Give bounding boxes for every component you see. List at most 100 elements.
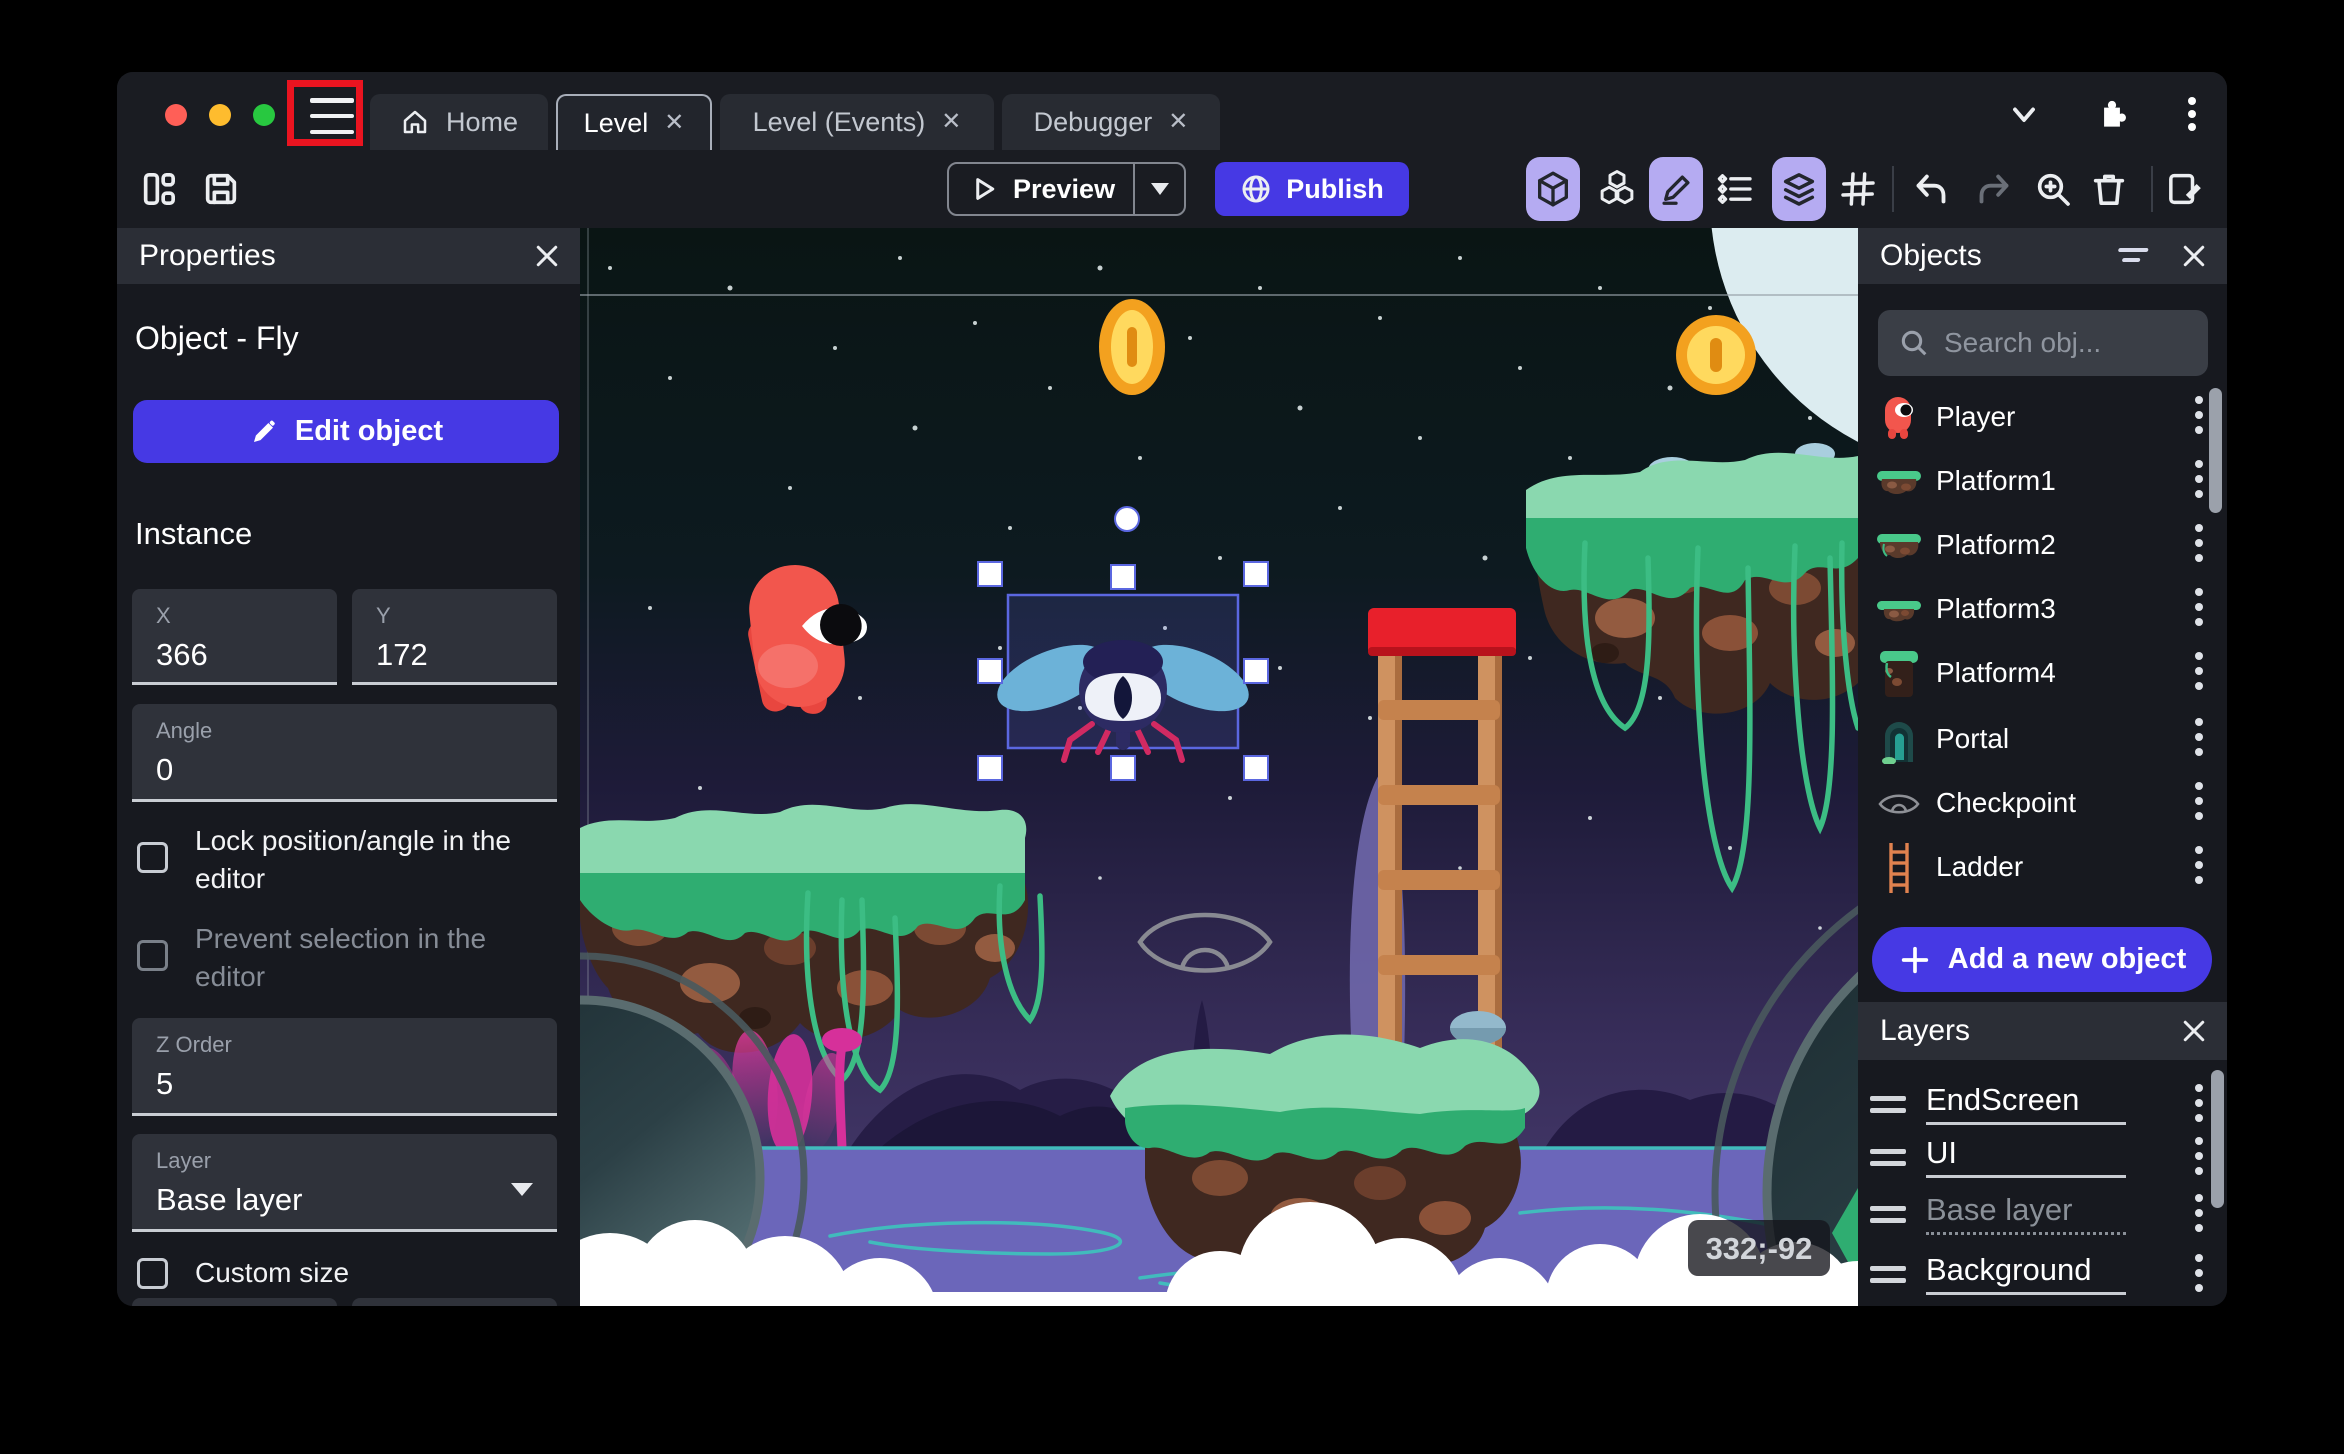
layer-label: Layer xyxy=(156,1148,212,1173)
object-item-platform3[interactable]: Platform3 xyxy=(1858,579,2227,641)
drag-handle-icon[interactable] xyxy=(1870,1096,1906,1120)
close-tab-icon[interactable]: ✕ xyxy=(664,111,684,135)
edit-scene-pencil-icon[interactable] xyxy=(1654,167,1698,211)
layers-scrollbar[interactable] xyxy=(2211,1070,2224,1208)
object-menu-icon[interactable] xyxy=(2193,460,2205,504)
close-window-button[interactable] xyxy=(165,104,187,126)
angle-input[interactable]: Angle 0 xyxy=(132,704,557,802)
lock-position-checkbox[interactable] xyxy=(137,842,168,873)
object-label: Platform1 xyxy=(1936,465,2056,496)
object-menu-icon[interactable] xyxy=(2193,652,2205,696)
close-objects-icon[interactable] xyxy=(2179,241,2209,271)
object-menu-icon[interactable] xyxy=(2193,718,2205,762)
coin-sprite[interactable] xyxy=(1676,315,1756,395)
close-layers-icon[interactable] xyxy=(2179,1016,2209,1046)
layer-name: Background xyxy=(1926,1252,2092,1287)
drag-handle-icon[interactable] xyxy=(1870,1206,1906,1230)
close-tab-icon[interactable]: ✕ xyxy=(941,110,961,134)
preview-split-button[interactable]: Preview xyxy=(947,162,1186,216)
tab-level-events[interactable]: Level (Events) ✕ xyxy=(720,94,994,150)
properties-panel: Properties Object - Fly Edit object Inst… xyxy=(117,228,580,1306)
save-icon[interactable] xyxy=(199,167,243,211)
object-menu-icon[interactable] xyxy=(2193,524,2205,568)
layer-menu-icon[interactable] xyxy=(2193,1084,2205,1128)
caret-down-icon xyxy=(1150,183,1169,195)
objects-panel-icon[interactable] xyxy=(1531,167,1575,211)
edit-object-button[interactable]: Edit object xyxy=(133,400,559,463)
grid-icon[interactable] xyxy=(1836,167,1880,211)
zoom-in-icon[interactable] xyxy=(2031,167,2075,211)
object-label: Portal xyxy=(1936,723,2010,754)
object-groups-icon[interactable] xyxy=(1595,167,1639,211)
layer-menu-icon[interactable] xyxy=(2193,1254,2205,1298)
tab-debugger[interactable]: Debugger ✕ xyxy=(1002,94,1220,150)
x-input[interactable]: X 366 xyxy=(132,589,337,685)
y-label: Y xyxy=(376,603,391,628)
z-order-input[interactable]: Z Order 5 xyxy=(132,1018,557,1116)
coin-sprite[interactable] xyxy=(1099,299,1165,395)
object-item-player[interactable]: Player xyxy=(1858,387,2227,449)
drag-handle-icon[interactable] xyxy=(1870,1266,1906,1290)
redo-icon[interactable] xyxy=(1972,167,2016,211)
object-menu-icon[interactable] xyxy=(2193,588,2205,632)
layers-panel-icon[interactable] xyxy=(1777,167,1821,211)
trash-icon[interactable] xyxy=(2087,167,2131,211)
tab-label: Level xyxy=(583,107,649,138)
drag-handle-icon[interactable] xyxy=(1870,1149,1906,1173)
angle-label: Angle xyxy=(156,718,213,743)
object-label: Ladder xyxy=(1936,851,2024,882)
object-item-checkpoint[interactable]: Checkpoint xyxy=(1858,773,2227,835)
plus-icon xyxy=(1901,946,1928,973)
edit-object-label: Edit object xyxy=(294,415,444,447)
objects-scrollbar[interactable] xyxy=(2209,388,2222,513)
more-menu-icon[interactable] xyxy=(2170,94,2214,134)
layer-row-ui[interactable]: UI xyxy=(1858,1133,2227,1186)
preview-options-button[interactable] xyxy=(1133,164,1184,214)
layer-menu-icon[interactable] xyxy=(2193,1194,2205,1238)
cursor-coordinates-badge: 332;-92 xyxy=(1688,1220,1830,1276)
height-input-partial[interactable] xyxy=(352,1298,557,1306)
minimize-window-button[interactable] xyxy=(209,104,231,126)
extensions-puzzle-icon[interactable] xyxy=(2090,94,2134,134)
tab-home[interactable]: Home xyxy=(370,94,548,150)
layer-menu-icon[interactable] xyxy=(2193,1137,2205,1181)
close-tab-icon[interactable]: ✕ xyxy=(1168,110,1188,134)
zoom-window-button[interactable] xyxy=(253,104,275,126)
fly-sprite-selected[interactable] xyxy=(988,593,1258,763)
object-item-platform2[interactable]: Platform2 xyxy=(1858,515,2227,577)
chevron-down-icon[interactable] xyxy=(2002,94,2046,134)
publish-button[interactable]: Publish xyxy=(1215,162,1409,216)
rotate-handle[interactable] xyxy=(1114,506,1140,532)
layer-select[interactable]: Layer Base layer xyxy=(132,1134,557,1232)
platform-object-icon xyxy=(1876,521,1922,571)
checkpoint-object-icon xyxy=(1876,779,1922,829)
object-item-portal[interactable]: Portal xyxy=(1858,709,2227,771)
scene-canvas[interactable]: 332;-92 xyxy=(580,228,1858,1306)
object-menu-icon[interactable] xyxy=(2193,396,2205,440)
custom-size-checkbox[interactable] xyxy=(137,1258,168,1289)
instances-list-icon[interactable] xyxy=(1713,167,1757,211)
close-properties-icon[interactable] xyxy=(532,241,562,271)
edit-properties-icon[interactable] xyxy=(2163,167,2207,211)
object-menu-icon[interactable] xyxy=(2193,782,2205,826)
y-input[interactable]: Y 172 xyxy=(352,589,557,685)
layer-row-base-layer[interactable]: Base layer xyxy=(1858,1190,2227,1243)
preview-button[interactable]: Preview xyxy=(949,164,1133,214)
layer-row-background[interactable]: Background xyxy=(1858,1250,2227,1303)
tab-level[interactable]: Level ✕ xyxy=(556,94,712,150)
object-item-ladder[interactable]: Ladder xyxy=(1858,837,2227,899)
globe-icon xyxy=(1242,175,1270,203)
platform-object-icon xyxy=(1876,585,1922,635)
undo-icon[interactable] xyxy=(1909,167,1953,211)
add-new-object-button[interactable]: Add a new object xyxy=(1872,927,2212,992)
filter-icon[interactable] xyxy=(2115,244,2149,273)
object-name-label: Object - Fly xyxy=(135,320,299,356)
object-item-platform4[interactable]: Platform4 xyxy=(1858,643,2227,705)
object-item-platform1[interactable]: Platform1 xyxy=(1858,451,2227,513)
layer-row-endscreen[interactable]: EndScreen xyxy=(1858,1080,2227,1133)
prevent-selection-checkbox[interactable] xyxy=(137,940,168,971)
object-menu-icon[interactable] xyxy=(2193,846,2205,890)
hamburger-menu-button[interactable] xyxy=(310,98,354,134)
panels-layout-icon[interactable] xyxy=(137,167,181,211)
width-input-partial[interactable] xyxy=(132,1298,337,1306)
